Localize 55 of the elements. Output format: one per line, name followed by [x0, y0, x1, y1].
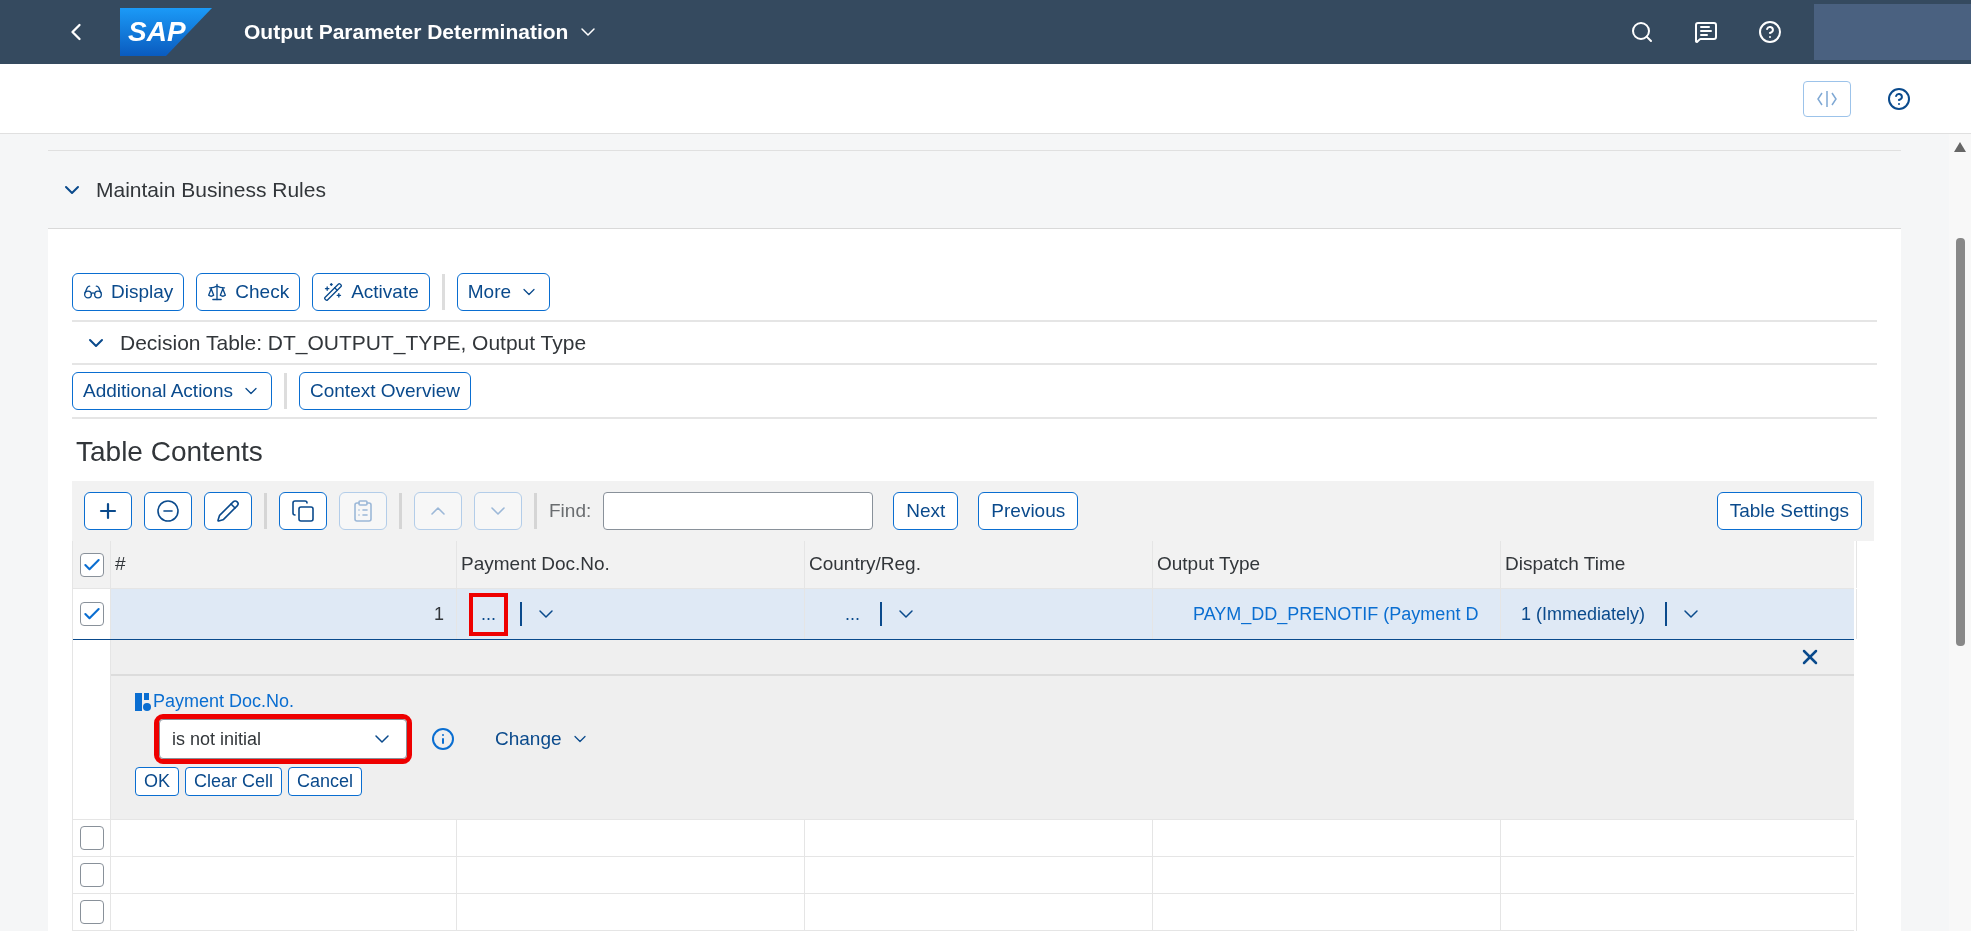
app-title[interactable]: Output Parameter Determination — [244, 16, 569, 48]
scroll-thumb[interactable] — [1955, 238, 1965, 646]
wand-icon — [323, 282, 344, 302]
logo: SAP — [120, 8, 212, 56]
cell-value[interactable]: ... — [837, 596, 868, 632]
table-row[interactable]: 1 ... ... PAYM_DD_PRENOTIF (Payment D 1 (Immediately) — [73, 589, 1854, 640]
clipboard-icon — [351, 499, 375, 523]
find-label: Find: — [549, 498, 592, 523]
icon-button[interactable] — [204, 492, 252, 530]
cell-value[interactable]: ... — [469, 592, 508, 636]
cell-value[interactable]: 1 (Immediately) — [1513, 596, 1654, 632]
column-header[interactable]: Dispatch Time — [1505, 550, 1626, 579]
icon-button[interactable] — [279, 492, 327, 530]
toolbar-button[interactable]: Additional Actions — [72, 372, 272, 410]
split-icon — [1816, 89, 1838, 108]
row-number: 1 — [434, 602, 444, 626]
editor-button[interactable]: Cancel — [288, 767, 363, 796]
toolbar-button[interactable]: Activate — [312, 273, 430, 311]
find-button[interactable]: Previous — [978, 492, 1079, 530]
decision-table-title: Decision Table: DT_OUTPUT_TYPE, Output Type — [120, 329, 587, 357]
column-header[interactable]: Payment Doc.No. — [461, 550, 610, 579]
checkbox[interactable] — [79, 552, 104, 577]
search-icon[interactable] — [1630, 20, 1654, 44]
scale-icon — [207, 282, 228, 302]
toolbar-button[interactable]: More — [456, 273, 551, 311]
checkbox[interactable] — [79, 863, 104, 887]
scroll-up-icon[interactable] — [1954, 142, 1966, 152]
chat-icon[interactable] — [1694, 20, 1718, 44]
find-button[interactable]: Next — [893, 492, 959, 530]
info-icon[interactable] — [431, 727, 455, 751]
checkbox[interactable] — [79, 602, 104, 626]
icon-button[interactable] — [84, 492, 132, 530]
column-header[interactable]: # — [115, 550, 126, 579]
column-header[interactable]: Country/Reg. — [809, 550, 921, 579]
toolbar-button[interactable]: Check — [196, 273, 301, 311]
field-label[interactable]: Payment Doc.No. — [153, 688, 295, 715]
change-menu-button[interactable]: Change — [495, 724, 590, 754]
minus-circle-icon — [156, 499, 180, 523]
column-header[interactable]: Output Type — [1157, 550, 1261, 579]
copy-icon — [291, 499, 315, 523]
help-icon[interactable] — [1887, 86, 1911, 111]
pencil-icon — [216, 499, 240, 523]
section-title: Maintain Business Rules — [96, 176, 326, 203]
field-icon — [135, 691, 153, 712]
output-type-link[interactable]: PAYM_DD_PRENOTIF (Payment D — [1165, 600, 1479, 628]
table-title: Table Contents — [75, 435, 264, 469]
editor-button[interactable]: Clear Cell — [185, 767, 283, 796]
icon-button[interactable] — [144, 492, 192, 530]
find-field[interactable] — [603, 492, 874, 530]
toolbar-button[interactable]: Display — [72, 273, 185, 311]
table-settings-button[interactable]: Table Settings — [1716, 492, 1862, 530]
checkbox[interactable] — [79, 826, 104, 850]
editor-button[interactable]: OK — [135, 767, 179, 796]
toolbar-button[interactable]: Context Overview — [299, 372, 471, 410]
checkbox[interactable] — [79, 900, 104, 924]
